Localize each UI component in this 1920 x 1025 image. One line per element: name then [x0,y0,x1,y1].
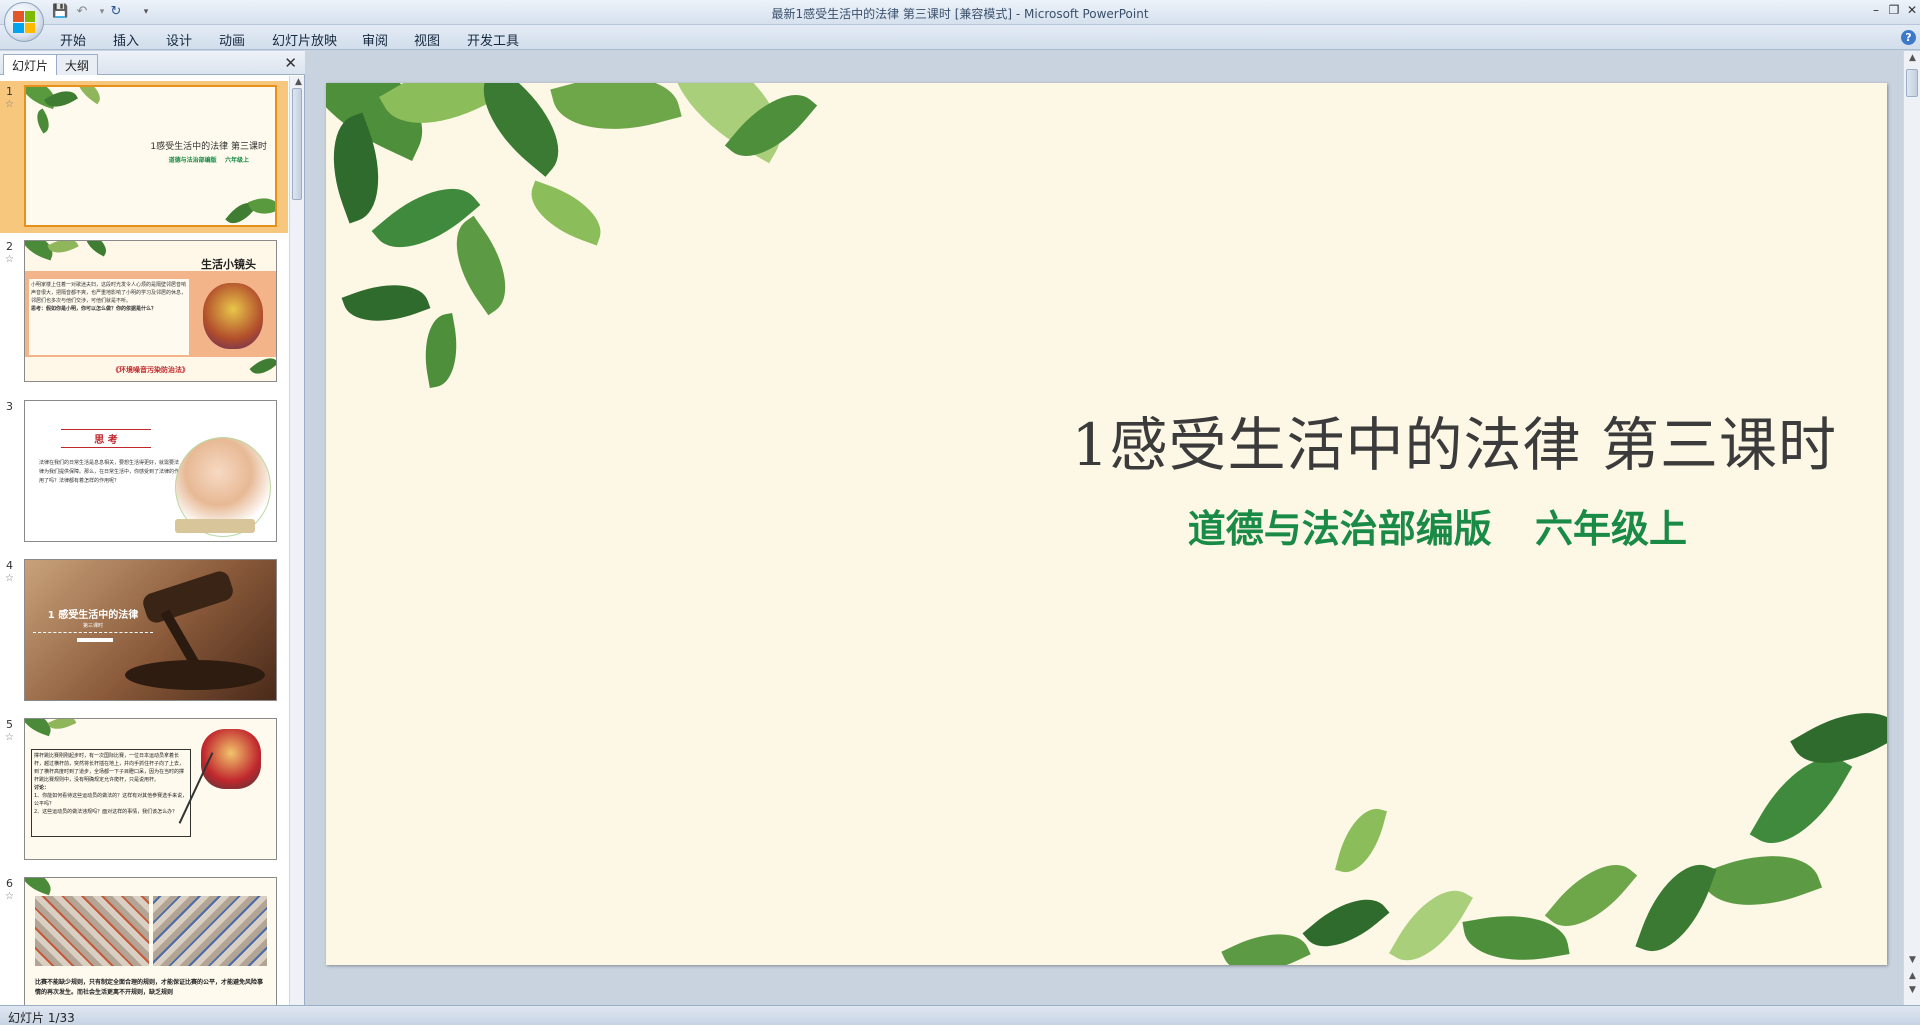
restore-icon[interactable]: ❐ [1884,2,1904,18]
slide-number: 6 [6,877,13,890]
book-image [175,519,255,533]
slide-number: 2 [6,240,13,253]
animation-icon: ☆ [5,732,14,743]
leaf-decoration [1635,852,1717,964]
tab-animations[interactable]: 动画 [219,30,245,49]
thumb-heading: 生活小镜头 [201,258,256,271]
thumb-question: 思考：假如你是小明，你可以怎么做？你的依据是什么？ [31,306,157,312]
leaf-decoration [1221,917,1311,965]
tab-insert[interactable]: 插入 [113,30,139,49]
minimize-icon[interactable]: – [1866,2,1886,18]
slide-counter: 幻灯片 1/33 [8,1011,75,1025]
scroll-thumb[interactable] [1906,69,1918,97]
slide-thumbnail-6[interactable]: 6 ☆ 比赛不能缺少规则，只有制定全面合理的规则，才能保证比赛的公平，才能避免风… [0,873,288,1005]
previous-slide-icon[interactable]: ▲ [1907,971,1918,981]
close-icon[interactable]: ✕ [1902,2,1920,18]
thumb-body: 比赛不能缺少规则，只有制定全面合理的规则，才能保证比赛的公平，才能避免风险事情的… [35,979,264,996]
leaf-decoration [521,180,611,246]
scroll-thumb[interactable] [292,88,302,200]
thumb-q1: 1、你能如何看待这些运动员的做法的？这样有对其他参赛选手来说，公平吗？ [34,793,188,807]
thumb-subtitle: 第三课时 [82,623,103,629]
title-bar: 💾 ↶ ▾ ↻ ▾ 最新1感受生活中的法律 第三课时 [兼容模式] - Micr… [0,0,1920,25]
animation-icon: ☆ [5,573,14,584]
thumb-discussion: 讨论： [34,785,50,791]
slide-number: 5 [6,718,13,731]
leaf-decoration [1302,881,1390,965]
ribbon: 开始 插入 设计 动画 幻灯片放映 审阅 视图 开发工具 ? [0,25,1920,50]
animation-icon: ☆ [5,99,14,110]
thumb-q2: 2、这些运动员的做法违规吗？面对这样的事情，我们该怎么办？ [34,809,178,815]
thumb-footer: 《环境噪音污染防治法》 [112,366,189,374]
traffic-photo-2 [153,896,267,966]
thumb-title: 1 感受生活中的法律 [47,610,139,621]
tab-design[interactable]: 设计 [166,30,192,49]
leaf-decoration [1699,835,1823,926]
thumbnails-scrollbar[interactable]: ▲ [289,76,304,1005]
slide-thumbnail-3[interactable]: 3 思 考 法律在我们的日常生活是息息相关，要想生活得更好，就需要法律为我们提供… [0,396,288,548]
slide-number: 1 [6,85,13,98]
leaf-decoration [417,312,465,389]
thumb-body: 法律在我们的日常生活是息息相关，要想生活得更好，就需要法律为我们提供保障。那么，… [39,460,180,484]
slide-number: 4 [6,559,13,572]
slide-thumbnail-5[interactable]: 5 ☆ 撑杆跳比赛刚刚起步时，有一次国际比赛，一位日本运动员拿着长杆，越过横杆前… [0,714,288,866]
slide-thumbnails: 1 ☆ 1感受生活中的法律 第三课时 道德与法治部编版 六年级上 2 ☆ 小明家… [0,76,288,1005]
status-bar: 幻灯片 1/33 [0,1005,1920,1025]
thumb-body: 撑杆跳比赛刚刚起步时，有一次国际比赛，一位日本运动员拿着长杆，越过横杆前，突然将… [34,753,185,783]
leaf-decoration [341,270,431,336]
slide-scrollbar[interactable]: ▲ ▼ ▲ ▼ [1903,51,1920,1005]
scroll-up-icon[interactable]: ▲ [1907,53,1918,63]
scroll-down-icon[interactable]: ▼ [1907,955,1918,965]
traffic-photo-1 [35,896,149,966]
slides-pane: 幻灯片 大纲 ✕ 1 ☆ 1感受生活中的法律 第三课时 道德与法治部编版 六年级… [0,51,305,1005]
slide-thumbnail-2[interactable]: 2 ☆ 小明家楼上住着一对歌迷夫妇，这段时光发令人心烦的是隔壁邻居音响声音很大，… [0,236,288,388]
thumb-title: 1感受生活中的法律 第三课时 [150,142,267,152]
current-slide[interactable]: 1感受生活中的法律 第三课时 道德与法治部编版 六年级上 [326,83,1887,965]
next-slide-icon[interactable]: ▼ [1907,985,1918,995]
slide-thumbnail-4[interactable]: 4 ☆ 1 感受生活中的法律 第三课时 [0,555,288,707]
tab-view[interactable]: 视图 [414,30,440,49]
tab-slides[interactable]: 幻灯片 [3,54,58,75]
gavel-image [140,568,236,626]
tab-slideshow[interactable]: 幻灯片放映 [272,30,337,49]
tab-outline[interactable]: 大纲 [56,54,99,75]
cartoon-image [203,283,263,349]
thumb-body: 小明家楼上住着一对歌迷夫妇，这段时光发令人心烦的是隔壁邻居音响声音很大，把隔音都… [31,282,187,304]
leaf-decoration [1335,802,1387,879]
scroll-up-icon[interactable]: ▲ [293,77,304,87]
slide-subtitle[interactable]: 道德与法治部编版 六年级上 [826,498,1687,553]
slide-thumbnail-1[interactable]: 1 ☆ 1感受生活中的法律 第三课时 道德与法治部编版 六年级上 [0,81,288,233]
tab-developer[interactable]: 开发工具 [467,30,519,49]
slide-number: 3 [6,400,13,413]
leaf-decoration [550,83,682,148]
help-icon[interactable]: ? [1901,30,1916,45]
close-icon[interactable]: ✕ [284,54,297,72]
tab-home[interactable]: 开始 [60,30,86,49]
pane-tabs: 幻灯片 大纲 ✕ [0,51,305,75]
slide-title[interactable]: 1感受生活中的法律 第三课时 [826,398,1837,482]
tab-review[interactable]: 审阅 [362,30,388,49]
leaf-decoration [1389,875,1473,965]
animation-icon: ☆ [5,254,14,265]
leaf-decoration [436,215,526,316]
thumb-subtitle: 道德与法治部编版 六年级上 [168,157,249,164]
office-logo-icon [13,11,35,33]
thumb-heading: 思 考 [94,435,118,446]
window-title: 最新1感受生活中的法律 第三课时 [兼容模式] - Microsoft Powe… [771,7,1149,21]
office-button[interactable] [4,2,44,42]
animation-icon: ☆ [5,891,14,902]
